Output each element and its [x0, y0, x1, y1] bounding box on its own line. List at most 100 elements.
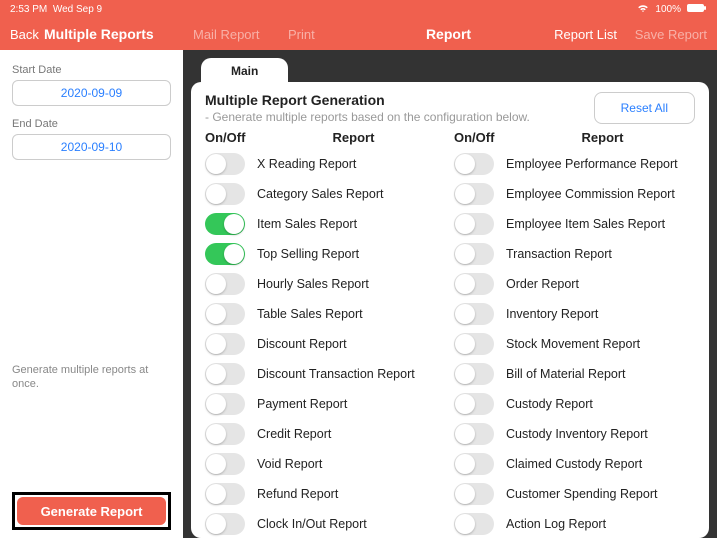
report-toggle[interactable] [205, 453, 245, 475]
status-time: 2:53 PM [10, 4, 47, 15]
reset-all-button[interactable]: Reset All [594, 92, 695, 124]
report-toggle[interactable] [205, 513, 245, 535]
report-row: Category Sales Report [205, 179, 446, 209]
report-row: Custody Inventory Report [454, 419, 695, 449]
report-row: Bill of Material Report [454, 359, 695, 389]
report-toggle[interactable] [205, 393, 245, 415]
report-label: Void Report [257, 457, 322, 471]
generate-report-button[interactable]: Generate Report [17, 497, 166, 525]
report-label: Discount Transaction Report [257, 367, 415, 381]
report-label: Employee Item Sales Report [506, 217, 665, 231]
report-row: Discount Report [205, 329, 446, 359]
report-row: Item Sales Report [205, 209, 446, 239]
report-label: Top Selling Report [257, 247, 359, 261]
report-row: Clock In/Out Report [205, 509, 446, 538]
report-column-left: On/Off Report X Reading Report Category S… [205, 130, 446, 538]
report-label: Bill of Material Report [506, 367, 626, 381]
report-row: Payment Report [205, 389, 446, 419]
report-row: Employee Performance Report [454, 149, 695, 179]
main-area: Main Multiple Report Generation - Genera… [183, 50, 717, 538]
report-label: X Reading Report [257, 157, 356, 171]
report-label: Table Sales Report [257, 307, 363, 321]
report-list-button[interactable]: Report List [554, 27, 617, 42]
report-row: Void Report [205, 449, 446, 479]
status-date: Wed Sep 9 [53, 4, 102, 15]
report-toggle[interactable] [454, 333, 494, 355]
report-row: Top Selling Report [205, 239, 446, 269]
report-label: Stock Movement Report [506, 337, 640, 351]
battery-percent: 100% [655, 4, 681, 15]
report-label: Custody Inventory Report [506, 427, 648, 441]
end-date-label: End Date [12, 118, 171, 130]
report-toggle[interactable] [454, 513, 494, 535]
report-label: Custody Report [506, 397, 593, 411]
report-label: Payment Report [257, 397, 347, 411]
report-panel: Multiple Report Generation - Generate mu… [191, 82, 709, 538]
print-button[interactable]: Print [288, 27, 315, 42]
report-toggle[interactable] [454, 453, 494, 475]
report-toggle[interactable] [205, 273, 245, 295]
start-date-label: Start Date [12, 64, 171, 76]
report-toggle[interactable] [454, 153, 494, 175]
end-date-button[interactable]: 2020-09-10 [12, 134, 171, 160]
report-toggle[interactable] [205, 243, 245, 265]
report-toggle[interactable] [454, 303, 494, 325]
report-row: Stock Movement Report [454, 329, 695, 359]
generate-report-highlight: Generate Report [12, 492, 171, 530]
report-label: Claimed Custody Report [506, 457, 642, 471]
report-row: Order Report [454, 269, 695, 299]
report-row: Customer Spending Report [454, 479, 695, 509]
header-center-title: Report [426, 26, 471, 42]
column-header-report: Report [261, 130, 446, 145]
status-bar: 2:53 PM Wed Sep 9 100% [0, 0, 717, 18]
report-label: Clock In/Out Report [257, 517, 367, 531]
sidebar-note: Generate multiple reports at once. [12, 363, 171, 392]
report-toggle[interactable] [454, 243, 494, 265]
report-label: Credit Report [257, 427, 331, 441]
report-label: Action Log Report [506, 517, 606, 531]
report-toggle[interactable] [205, 183, 245, 205]
report-row: Refund Report [205, 479, 446, 509]
report-label: Hourly Sales Report [257, 277, 369, 291]
report-toggle[interactable] [205, 303, 245, 325]
report-label: Refund Report [257, 487, 338, 501]
report-toggle[interactable] [454, 273, 494, 295]
column-header-report: Report [510, 130, 695, 145]
report-toggle[interactable] [205, 483, 245, 505]
report-toggle[interactable] [205, 423, 245, 445]
report-label: Order Report [506, 277, 579, 291]
panel-title: Multiple Report Generation [205, 92, 530, 108]
report-row: Employee Item Sales Report [454, 209, 695, 239]
report-row: Hourly Sales Report [205, 269, 446, 299]
page-title: Multiple Reports [44, 26, 154, 42]
save-report-button[interactable]: Save Report [635, 27, 707, 42]
report-toggle[interactable] [205, 333, 245, 355]
report-row: Credit Report [205, 419, 446, 449]
report-row: Discount Transaction Report [205, 359, 446, 389]
report-toggle[interactable] [205, 363, 245, 385]
report-label: Customer Spending Report [506, 487, 657, 501]
report-toggle[interactable] [454, 213, 494, 235]
report-toggle[interactable] [205, 213, 245, 235]
app-header: Back Multiple Reports Mail Report Print … [0, 18, 717, 50]
report-row: Employee Commission Report [454, 179, 695, 209]
back-button[interactable]: Back [10, 27, 39, 42]
report-toggle[interactable] [454, 483, 494, 505]
mail-report-button[interactable]: Mail Report [193, 27, 259, 42]
report-row: Transaction Report [454, 239, 695, 269]
report-row: X Reading Report [205, 149, 446, 179]
tab-main[interactable]: Main [201, 58, 288, 84]
sidebar: Start Date 2020-09-09 End Date 2020-09-1… [0, 50, 183, 538]
column-header-onoff: On/Off [454, 130, 510, 145]
report-label: Item Sales Report [257, 217, 357, 231]
wifi-icon [637, 3, 649, 16]
report-toggle[interactable] [454, 423, 494, 445]
column-header-onoff: On/Off [205, 130, 261, 145]
report-label: Discount Report [257, 337, 347, 351]
start-date-button[interactable]: 2020-09-09 [12, 80, 171, 106]
report-toggle[interactable] [454, 393, 494, 415]
report-toggle[interactable] [454, 183, 494, 205]
panel-subtitle: - Generate multiple reports based on the… [205, 110, 530, 124]
report-toggle[interactable] [454, 363, 494, 385]
report-toggle[interactable] [205, 153, 245, 175]
